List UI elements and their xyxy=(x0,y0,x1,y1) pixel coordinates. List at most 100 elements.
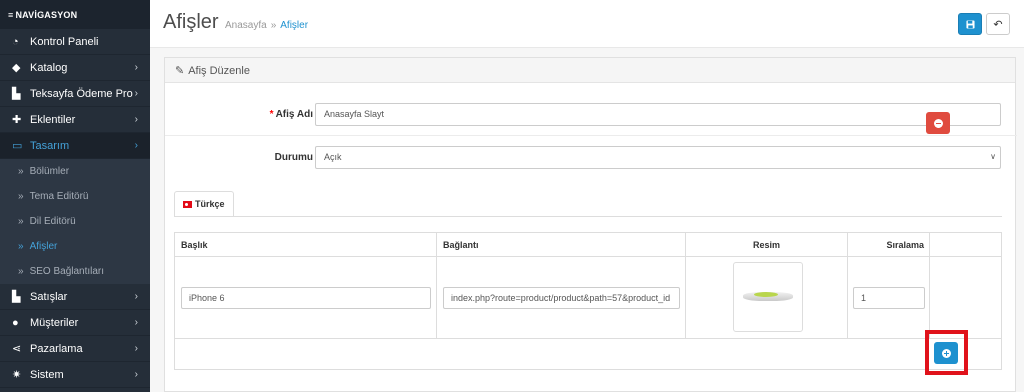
sidebar-item-label: Satışlar xyxy=(30,290,68,303)
banner-name-label: * Afiş Adı xyxy=(270,109,313,120)
back-button[interactable]: ↶ xyxy=(986,13,1010,35)
submenu-item-label: Afişler xyxy=(29,241,58,252)
sidebar-item-label: Teksayfa Ödeme Pro xyxy=(30,87,133,100)
sidebar-item-customers[interactable]: ● Müşteriler › xyxy=(0,310,150,336)
table-cell-action xyxy=(930,257,1002,339)
sidebar-item-dashboard[interactable]: ◔ Kontrol Paneli xyxy=(0,29,150,55)
sidebar-item-design[interactable]: ▭ Tasarım › xyxy=(0,133,150,159)
puzzle-icon: ✚ xyxy=(12,114,22,126)
main-content: Afişler Anasayfa» Afişler ↶ ✎ Afiş Düzenle… xyxy=(150,0,1024,392)
gear-icon: ✷ xyxy=(12,369,22,381)
divider xyxy=(165,135,1017,136)
sidebar-item-catalog[interactable]: ◆ Katalog › xyxy=(0,55,150,81)
table-cell-link: index.php?route=product/product&path=57&… xyxy=(437,257,686,339)
required-marker: * xyxy=(269,109,274,120)
sidebar-item-label: Katalog xyxy=(30,61,68,74)
submenu-item-label: Dil Editörü xyxy=(29,216,76,227)
highlight-box xyxy=(925,330,968,375)
status-select[interactable]: Açık ∨ xyxy=(315,146,1001,169)
tag-icon: ◆ xyxy=(12,62,21,74)
submenu-item-seo-urls[interactable]: » SEO Bağlantıları xyxy=(0,259,150,284)
iphone-image-screen xyxy=(754,292,778,297)
remove-banner-button[interactable] xyxy=(926,112,950,134)
sidebar-item-checkout-pro[interactable]: ▙ Teksayfa Ödeme Pro › xyxy=(0,81,150,107)
dashboard-icon: ◔ xyxy=(12,35,19,48)
sidebar-item-label: Kontrol Paneli xyxy=(30,35,99,48)
floppy-disk-icon xyxy=(965,19,975,29)
sidebar-item-system[interactable]: ✷ Sistem › xyxy=(0,362,150,388)
panel-title: Afiş Düzenle xyxy=(188,65,250,77)
share-icon: ⋖ xyxy=(12,343,22,355)
column-header-title: Başlık xyxy=(175,233,437,257)
banner-title-input[interactable]: iPhone 6 xyxy=(181,287,431,309)
nav-header: ≡ NAVİGASYON xyxy=(0,0,150,29)
raquo-icon: » xyxy=(18,166,24,177)
sidebar-item-label: Müşteriler xyxy=(30,316,79,329)
chevron-right-icon: › xyxy=(134,88,138,99)
sidebar-item-label: Tasarım xyxy=(30,139,70,152)
raquo-icon: » xyxy=(18,216,24,227)
chevron-right-icon: › xyxy=(134,291,138,302)
chevron-right-icon: › xyxy=(134,140,138,151)
nav-header-label: NAVİGASYON xyxy=(15,10,78,20)
menu-icon: ≡ xyxy=(8,10,14,20)
banner-edit-panel: ✎ Afiş Düzenle * Afiş Adı Anasayfa Slayt D… xyxy=(164,57,1017,392)
raquo-icon: » xyxy=(18,266,24,277)
user-icon: ● xyxy=(12,316,19,329)
banner-name-row: * Afiş Adı Anasayfa Slayt xyxy=(165,101,1017,129)
submenu-item-label: Bölümler xyxy=(29,166,70,177)
turkish-flag-icon xyxy=(183,201,192,208)
page-header: Afişler Anasayfa» Afişler ↶ xyxy=(150,0,1024,48)
chevron-right-icon: › xyxy=(134,369,138,380)
breadcrumb: Anasayfa» Afişler xyxy=(225,20,308,31)
monitor-icon: ▭ xyxy=(12,140,23,152)
sidebar-item-label: Eklentiler xyxy=(30,113,76,126)
column-header-link: Bağlantı xyxy=(437,233,686,257)
pencil-icon: ✎ xyxy=(175,65,185,77)
chevron-right-icon: › xyxy=(134,62,138,73)
banner-name-input[interactable]: Anasayfa Slayt xyxy=(315,103,1001,126)
panel-heading: ✎ Afiş Düzenle xyxy=(165,58,1015,83)
sidebar: ≡ NAVİGASYON ◔ Kontrol Paneli ◆ Katalog › ▙… xyxy=(0,0,150,392)
breadcrumb-home[interactable]: Anasayfa xyxy=(225,20,267,31)
column-header-action xyxy=(930,233,1002,257)
submenu-item-layouts[interactable]: » Bölümler xyxy=(0,159,150,184)
raquo-icon: » xyxy=(18,241,24,252)
chevron-right-icon: › xyxy=(134,114,138,125)
status-select-value: Açık xyxy=(324,152,342,162)
banner-image-thumbnail[interactable] xyxy=(733,262,803,332)
save-button[interactable] xyxy=(958,13,982,35)
banner-name-label-text: Afiş Adı xyxy=(275,109,313,120)
chevron-down-icon: ∨ xyxy=(990,152,996,161)
banner-images-table: Başlık Bağlantı Resim Sıralama iPhone 6 … xyxy=(174,232,1002,370)
page-title: Afişler xyxy=(163,11,219,33)
cart-icon: ▙ xyxy=(12,291,21,303)
submenu-item-banners[interactable]: » Afişler xyxy=(0,234,150,259)
tab-label: Türkçe xyxy=(195,199,225,209)
submenu-item-language-editor[interactable]: » Dil Editörü xyxy=(0,209,150,234)
sidebar-item-label: Pazarlama xyxy=(30,342,83,355)
column-header-sort: Sıralama xyxy=(848,233,930,257)
raquo-icon: » xyxy=(18,191,24,202)
cart-icon: ▙ xyxy=(12,88,21,100)
breadcrumb-separator: » xyxy=(270,20,277,31)
design-submenu: » Bölümler » Tema Editörü » Dil Editörü » Af… xyxy=(0,159,150,284)
status-label: Durumu xyxy=(274,152,313,163)
table-cell-sort: 1 xyxy=(848,257,930,339)
sidebar-item-extensions[interactable]: ✚ Eklentiler › xyxy=(0,107,150,133)
tab-divider xyxy=(174,216,1002,217)
reply-icon: ↶ xyxy=(993,18,1003,31)
sidebar-item-sales[interactable]: ▙ Satışlar › xyxy=(0,284,150,310)
column-header-image: Resim xyxy=(686,233,848,257)
minus-circle-icon xyxy=(933,118,943,128)
status-row: Durumu Açık ∨ xyxy=(165,144,1017,172)
sort-order-input[interactable]: 1 xyxy=(853,287,925,309)
submenu-item-theme-editor[interactable]: » Tema Editörü xyxy=(0,184,150,209)
sidebar-item-marketing[interactable]: ⋖ Pazarlama › xyxy=(0,336,150,362)
table-cell-image xyxy=(686,257,848,339)
breadcrumb-current[interactable]: Afişler xyxy=(280,20,308,31)
chevron-right-icon: › xyxy=(134,317,138,328)
banner-link-input[interactable]: index.php?route=product/product&path=57&… xyxy=(443,287,680,309)
tab-language-turkish[interactable]: Türkçe xyxy=(174,191,234,217)
table-cell-title: iPhone 6 xyxy=(175,257,437,339)
